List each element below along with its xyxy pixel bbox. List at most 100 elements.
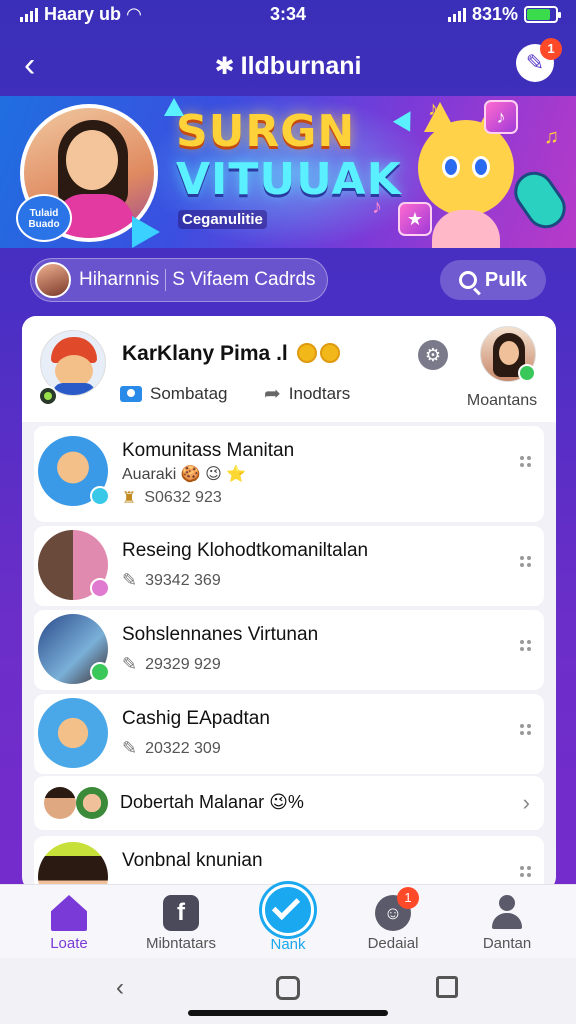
online-status-icon — [38, 386, 58, 406]
nav-chat-label: Dedaial — [367, 935, 419, 952]
nav-feed[interactable]: f Mibntatars — [126, 895, 236, 952]
nav-feed-label: Mibntatars — [145, 935, 217, 952]
music-note-icon: ♪ — [428, 98, 438, 120]
status-badge — [90, 578, 110, 598]
group-row-title: Dobertah Malanar 😉% — [120, 792, 304, 812]
banner-title-line2: VITUUAK — [176, 154, 402, 205]
action-camera-label: Sombatag — [150, 384, 228, 403]
more-icon[interactable] — [520, 456, 532, 468]
list-item[interactable]: Reseing Klohodtkomaniltalan ✎ 39342 369 — [34, 526, 544, 606]
action-share[interactable]: ➦ Inodtars — [264, 384, 350, 404]
cat-mascot-icon — [418, 102, 514, 248]
list-item[interactable]: Vonbnal knunian — [34, 836, 544, 891]
list-item-title: Vonbnal knunian — [122, 850, 263, 871]
app-header: ‹ ✱ Ildburnani ✎ 1 — [0, 38, 576, 94]
list-item-meta: S0632 923 — [144, 489, 222, 506]
list-item[interactable]: Cashig EApadtan ✎ 20322 309 — [34, 694, 544, 774]
trophy-icon: ♜ — [122, 490, 137, 507]
list-item[interactable]: Komunitass Manitan Auaraki 🍪 😉 ⭐ ♜ S0632… — [34, 426, 544, 522]
notification-badge: 1 — [540, 38, 562, 60]
avatar — [38, 698, 108, 768]
list-item-title: Komunitass Manitan — [122, 440, 295, 461]
gift-icon: ♪ — [484, 100, 518, 134]
home-icon — [51, 895, 87, 931]
system-nav-bar: ‹ — [0, 958, 576, 1024]
status-bar: Haary ub ◠ 3:34 831% — [0, 0, 576, 30]
share-icon: ➦ — [264, 383, 281, 405]
nav-chat[interactable]: ☺ 1 Dedaial — [338, 887, 448, 952]
friend-label: Moantans — [466, 392, 538, 409]
user-icon — [489, 895, 525, 931]
music-note-icon: ♫ — [544, 126, 559, 148]
nav-profile-label: Dantan — [482, 935, 532, 952]
nav-home[interactable]: Loate — [14, 895, 124, 952]
pencil-icon: ✎ — [122, 654, 138, 674]
center-check-button[interactable] — [262, 884, 314, 936]
list-item-meta: 20322 309 — [145, 739, 221, 757]
app-title: ✱ Ildburnani — [0, 52, 576, 81]
list-item[interactable]: Sohslennanes Virtunan ✎ 29329 929 — [34, 610, 544, 690]
system-recents-icon[interactable] — [436, 976, 458, 998]
cell-signal-icon — [447, 7, 466, 22]
home-indicator[interactable] — [188, 1010, 388, 1016]
filter-segment-2[interactable]: S Vifaem Cadrds — [172, 269, 315, 291]
more-icon[interactable] — [520, 640, 532, 652]
banner-stamp: Tulaid Buado — [16, 194, 72, 242]
app-title-text: Ildburnani — [240, 52, 362, 80]
filter-avatar — [35, 262, 71, 298]
battery-percent: 831% — [471, 4, 518, 24]
more-icon[interactable] — [520, 724, 532, 736]
play-icon[interactable] — [132, 216, 160, 248]
edit-action-button[interactable]: ✎ 1 — [516, 38, 562, 82]
more-icon[interactable] — [520, 556, 532, 568]
status-badge — [90, 486, 110, 506]
battery-icon — [524, 6, 561, 23]
search-label: Pulk — [484, 268, 528, 291]
banner-title-line1: SURGN — [176, 106, 356, 157]
profile-card[interactable]: KarKlany Pima .l Sombatag ➦ Inodtars ⚙ M… — [22, 316, 556, 422]
pencil-icon: ✎ — [122, 570, 138, 590]
filter-segment-1[interactable]: Hiharnnis — [79, 269, 167, 291]
coin-icon — [319, 343, 340, 363]
profile-name: KarKlany Pima .l — [122, 342, 340, 366]
search-button[interactable]: Pulk — [440, 260, 546, 300]
chat-badge: 1 — [397, 887, 419, 909]
content-panel: KarKlany Pima .l Sombatag ➦ Inodtars ⚙ M… — [22, 316, 556, 891]
more-icon[interactable] — [520, 866, 532, 878]
list-item-title: Reseing Klohodtkomaniltalan — [122, 540, 369, 561]
gift-box-icon: ★ — [398, 202, 432, 236]
music-note-icon: ♪ — [372, 196, 382, 218]
online-status-icon — [518, 364, 536, 382]
camera-icon — [120, 386, 142, 402]
list-item-meta: 29329 929 — [145, 655, 221, 673]
checkmark-icon — [271, 891, 301, 921]
facebook-icon: f — [163, 895, 199, 931]
triangle-decor-icon — [164, 98, 184, 116]
nav-profile[interactable]: Dantan — [452, 895, 562, 952]
banner-subtitle: Ceganulitie — [178, 210, 267, 229]
pencil-icon: ✎ — [122, 738, 138, 758]
settings-icon[interactable]: ⚙ — [418, 340, 448, 370]
chevron-right-icon[interactable]: › — [523, 790, 530, 816]
list-item-title: Sohslennanes Virtunan — [122, 624, 319, 645]
list-item-title: Cashig EApadtan — [122, 708, 270, 729]
app-logo-icon: ✱ — [214, 53, 235, 80]
system-home-icon[interactable] — [276, 976, 300, 1000]
coin-icon — [296, 343, 317, 363]
status-badge — [90, 662, 110, 682]
center-nav-label: Nank — [270, 936, 306, 953]
search-icon — [458, 271, 477, 289]
group-row[interactable]: Dobertah Malanar 😉% › — [34, 776, 544, 830]
nav-home-label: Loate — [50, 935, 88, 952]
promo-banner[interactable]: SURGN VITUUAK Ceganulitie ♪ ★ ♪ ♫ ♪ — [0, 96, 576, 248]
action-camera[interactable]: Sombatag — [120, 384, 228, 404]
avatar — [76, 787, 108, 819]
list-item-subtitle: Auaraki 🍪 😉 ⭐ — [122, 466, 247, 483]
banner-title: SURGN VITUUAK — [176, 108, 402, 204]
chat-icon: ☺ 1 — [375, 887, 419, 931]
profile-name-text: KarKlany Pima .l — [122, 342, 288, 365]
action-share-label: Inodtars — [288, 384, 351, 403]
filter-pill[interactable]: Hiharnnis S Vifaem Cadrds — [30, 258, 328, 302]
system-back-icon[interactable]: ‹ — [116, 974, 124, 1002]
avatar — [44, 787, 76, 819]
